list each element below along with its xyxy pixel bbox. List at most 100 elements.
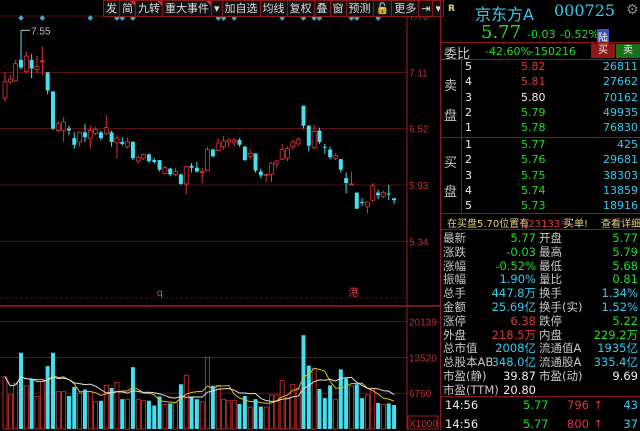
toolbar-button-6[interactable]: 均线 bbox=[260, 0, 288, 17]
volume-bar bbox=[231, 400, 237, 430]
orderbook-row[interactable]: 4 5.81 27662 bbox=[441, 75, 640, 90]
stat-label: 最低 bbox=[539, 258, 562, 273]
candle bbox=[162, 165, 168, 175]
candle-body bbox=[109, 132, 114, 142]
toolbar-button-0[interactable]: 发 bbox=[103, 0, 120, 17]
candle bbox=[349, 171, 354, 186]
candle-body bbox=[18, 59, 23, 68]
orderbook-row[interactable]: 2 5.79 49935 bbox=[441, 106, 640, 121]
volume-bar bbox=[2, 376, 8, 430]
candle bbox=[18, 30, 23, 70]
candle-body bbox=[285, 148, 290, 159]
volume-bar bbox=[285, 397, 290, 430]
orderbook-row[interactable]: 4 5.74 13859 bbox=[441, 184, 640, 199]
candle bbox=[274, 160, 280, 169]
candle-body bbox=[55, 123, 61, 131]
orderbook-row[interactable]: 5 5.73 18916 bbox=[441, 199, 640, 214]
candle bbox=[61, 117, 67, 142]
toolbar-button-10[interactable]: 预测 bbox=[346, 0, 374, 17]
buy-button[interactable]: 买 bbox=[591, 44, 615, 58]
volume-bar bbox=[311, 367, 317, 430]
level: 2 bbox=[465, 105, 472, 119]
candle-body bbox=[392, 198, 397, 201]
kline-chart[interactable]: 7.707.116.525.935.3420139135206760X10007… bbox=[0, 0, 440, 430]
candle-body bbox=[7, 78, 13, 83]
volume-bar bbox=[360, 398, 365, 429]
candle-body bbox=[290, 141, 296, 148]
orderbook-row[interactable]: 5 5.82 26811 bbox=[441, 60, 640, 75]
chart-annotation[interactable]: 港 bbox=[348, 287, 358, 299]
order-volume: 13859 bbox=[603, 183, 638, 197]
toolbar-button-8[interactable]: 叠 bbox=[314, 0, 331, 17]
order-volume: 70162 bbox=[603, 90, 638, 104]
order-price: 5.79 bbox=[521, 105, 546, 119]
toolbar-button-12[interactable]: 更多 bbox=[392, 0, 420, 17]
toolbar-button-7[interactable]: 复权 bbox=[287, 0, 315, 17]
candle bbox=[205, 146, 210, 171]
candle-body bbox=[381, 192, 386, 197]
candle-body bbox=[189, 165, 194, 168]
tick-count: 37 bbox=[623, 417, 638, 431]
candle bbox=[82, 123, 87, 142]
candle-body bbox=[13, 63, 19, 82]
volume-bar bbox=[23, 385, 29, 430]
orderbook-row[interactable]: 2 5.76 29681 bbox=[441, 153, 640, 168]
candle bbox=[301, 105, 306, 129]
candle-body bbox=[237, 140, 242, 145]
candle bbox=[263, 173, 269, 183]
stat-label: 最高 bbox=[539, 244, 562, 259]
candle-body bbox=[258, 171, 263, 176]
weibi-diff: -150216 bbox=[530, 45, 576, 58]
level: 1 bbox=[465, 138, 472, 151]
candle bbox=[168, 167, 173, 177]
toolbar-button-11[interactable]: 🔓 bbox=[373, 0, 393, 17]
order-volume: 26811 bbox=[603, 60, 638, 73]
orderbook-row[interactable]: 3 5.80 70162 bbox=[441, 91, 640, 106]
toolbar-button-13[interactable]: ⇥ bbox=[419, 0, 434, 17]
candle-body bbox=[178, 174, 183, 184]
candle-body bbox=[77, 132, 83, 143]
candle-body bbox=[226, 139, 232, 143]
candle-body bbox=[162, 167, 168, 174]
order-price: 5.73 bbox=[521, 199, 546, 213]
stat-label: 涨停 bbox=[443, 313, 466, 328]
candle-body bbox=[93, 129, 99, 134]
notice-prefix: 在买盘5.70位置有 bbox=[447, 219, 530, 230]
candle bbox=[269, 161, 274, 183]
toolbar-button-2[interactable]: 九转 bbox=[136, 0, 163, 17]
stat-value: 5.79 bbox=[612, 244, 638, 259]
toolbar-button-9[interactable]: 窗 bbox=[330, 0, 347, 17]
chart-annotation[interactable]: q bbox=[157, 288, 163, 299]
orderbook-row[interactable]: 1 5.78 76830 bbox=[441, 121, 640, 136]
candle bbox=[109, 130, 114, 147]
volume-bar bbox=[317, 389, 322, 429]
candle-body bbox=[317, 130, 322, 142]
toolbar-button-5[interactable]: 加自选 bbox=[222, 0, 261, 17]
level: 5 bbox=[465, 60, 472, 73]
stat-value: 5.22 bbox=[612, 313, 638, 328]
stat-row: 总市值 2008亿 流通值A 1935亿 bbox=[441, 341, 640, 355]
candle bbox=[365, 201, 370, 214]
volume-bar bbox=[258, 406, 263, 429]
toolbar-button-1[interactable]: 简 bbox=[120, 0, 136, 17]
orderbook-row[interactable]: 3 5.75 38303 bbox=[441, 169, 640, 184]
tick-price: 5.77 bbox=[523, 417, 549, 431]
stock-code: 000725 bbox=[554, 1, 616, 20]
sell-button[interactable]: 卖 bbox=[616, 44, 640, 58]
volume-bar bbox=[7, 394, 13, 430]
candle-body bbox=[82, 132, 87, 138]
volume-bar bbox=[34, 396, 40, 430]
candle bbox=[290, 140, 296, 150]
gear-icon[interactable]: ⚙ bbox=[626, 2, 639, 18]
orderbook-row[interactable]: 1 5.77 425 bbox=[441, 138, 640, 153]
toolbar-button-4[interactable]: ▾ bbox=[212, 0, 223, 17]
volume-bar bbox=[322, 398, 327, 429]
price-tick-label: 5.93 bbox=[409, 181, 429, 192]
candle bbox=[152, 158, 157, 164]
view-details-link[interactable]: 查看详细 bbox=[601, 215, 640, 230]
volume-bar bbox=[301, 335, 306, 429]
candle-body bbox=[199, 171, 205, 173]
candle bbox=[45, 72, 50, 95]
stat-label: 流通股A bbox=[539, 355, 582, 370]
toolbar-button-3[interactable]: 重大事件 bbox=[163, 0, 212, 17]
